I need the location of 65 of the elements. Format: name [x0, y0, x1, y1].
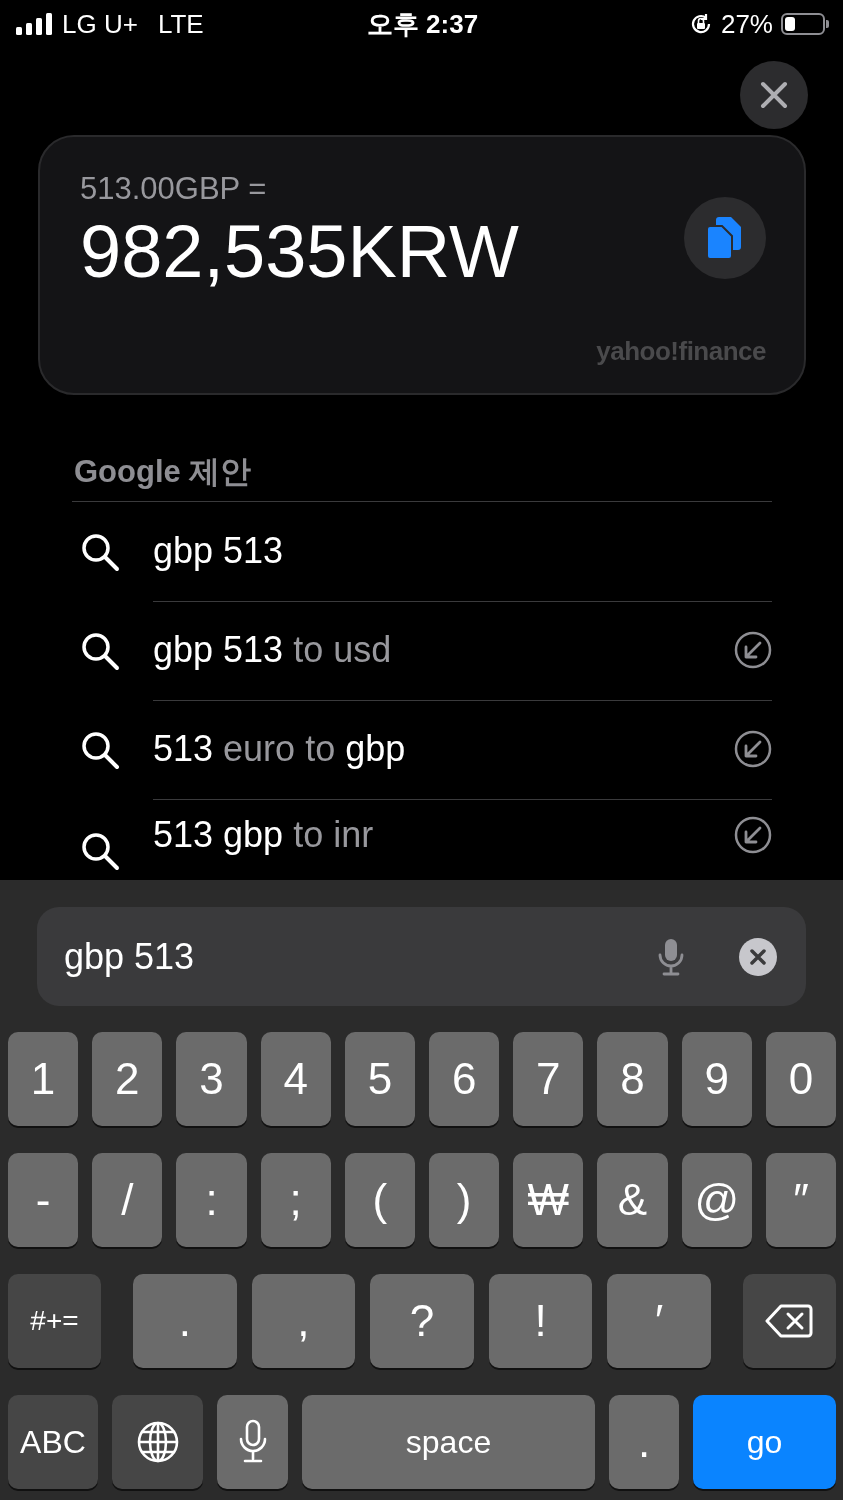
search-field-value: gbp 513	[64, 935, 196, 978]
network-type: LTE	[157, 8, 204, 40]
suggestion-row[interactable]: gbp 513 to usd	[72, 601, 772, 700]
keyboard-key[interactable]: 1	[8, 1032, 79, 1126]
keyboard-key[interactable]: @	[681, 1153, 752, 1247]
microphone-icon[interactable]	[657, 936, 685, 977]
keyboard-key[interactable]: (	[344, 1153, 415, 1247]
suggestion-text: gbp 513	[153, 530, 284, 572]
globe-key[interactable]	[112, 1395, 203, 1489]
keyboard-key[interactable]: 0	[765, 1032, 837, 1126]
keyboard-key[interactable]: &	[597, 1153, 668, 1247]
suggestion-row[interactable]: gbp 513	[72, 502, 772, 601]
keyboard-key[interactable]: )	[429, 1153, 500, 1247]
keyboard-key[interactable]: ′	[607, 1274, 711, 1368]
fill-query-icon[interactable]	[734, 816, 772, 854]
keyboard-key[interactable]: .	[133, 1274, 237, 1368]
keyboard-key[interactable]: 5	[344, 1032, 415, 1126]
conversion-result: 982,535KRW	[80, 209, 519, 294]
suggestion-text: 513 euro to gbp	[153, 728, 406, 770]
keyboard-key[interactable]: ABC	[8, 1395, 98, 1489]
keyboard-key[interactable]: 3	[176, 1032, 247, 1126]
keyboard-key[interactable]: :	[176, 1153, 247, 1247]
keyboard-key[interactable]: 9	[681, 1032, 752, 1126]
suggestion-text: 513 gbp to inr	[153, 814, 374, 856]
globe-icon	[135, 1420, 180, 1464]
backspace-key[interactable]	[742, 1274, 836, 1368]
search-icon	[80, 831, 120, 871]
suggestion-text: gbp 513 to usd	[153, 629, 392, 671]
keyboard-key[interactable]: ₩	[513, 1153, 584, 1247]
close-icon	[759, 80, 789, 110]
keyboard-key[interactable]: 7	[513, 1032, 584, 1126]
carrier-name: LG U+	[62, 8, 138, 40]
keyboard-key[interactable]: /	[92, 1153, 163, 1247]
microphone-icon	[237, 1419, 268, 1465]
search-field[interactable]: gbp 513	[37, 907, 806, 1006]
dictation-key[interactable]	[217, 1395, 288, 1489]
status-time: 오후 2:37	[366, 7, 479, 41]
fill-query-icon[interactable]	[734, 631, 772, 669]
suggestion-row[interactable]: 513 euro to gbp	[72, 700, 772, 799]
keyboard-key[interactable]: ;	[260, 1153, 331, 1247]
signal-icon	[16, 13, 54, 35]
keyboard-key[interactable]: 2	[92, 1032, 163, 1126]
backspace-icon	[765, 1303, 814, 1339]
search-icon	[80, 729, 120, 770]
battery-percentage: 27%	[720, 8, 773, 40]
keyboard-key[interactable]: !	[488, 1274, 593, 1368]
space-key[interactable]: space	[302, 1395, 595, 1489]
keyboard-key[interactable]: 8	[597, 1032, 668, 1126]
clear-icon[interactable]	[739, 937, 777, 976]
keyboard-key[interactable]: ,	[251, 1274, 356, 1368]
go-key[interactable]: go	[693, 1395, 836, 1489]
conversion-query: 513.00GBP =	[80, 171, 268, 207]
keyboard-key[interactable]: .	[609, 1395, 679, 1489]
keyboard-key[interactable]: ″	[765, 1153, 837, 1247]
battery-icon	[781, 13, 829, 35]
keyboard-key[interactable]: ?	[370, 1274, 474, 1368]
suggestions-heading: Google 제안	[73, 453, 253, 491]
suggestion-row[interactable]: 513 gbp to inr	[72, 799, 772, 871]
search-icon	[80, 630, 120, 671]
fill-query-icon[interactable]	[734, 730, 772, 768]
keyboard-key[interactable]: #+=	[8, 1274, 101, 1368]
keyboard-key[interactable]: -	[8, 1153, 79, 1247]
keyboard-key[interactable]: 6	[429, 1032, 500, 1126]
keyboard-key[interactable]: 4	[260, 1032, 331, 1126]
search-icon	[80, 531, 120, 572]
